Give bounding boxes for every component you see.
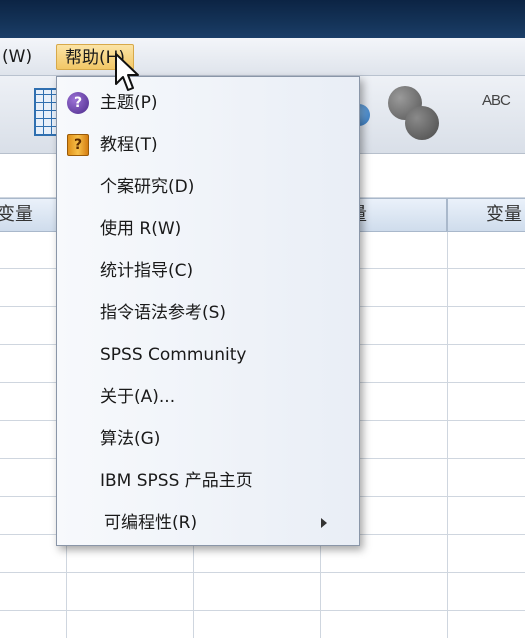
menu-item-command-syntax[interactable]: 指令语法参考(S) — [57, 295, 359, 331]
menu-item-label: 指令语法参考(S) — [100, 303, 227, 323]
mouse-pointer-icon — [115, 53, 139, 91]
menu-item-label: 算法(G) — [100, 429, 161, 449]
menu-item-product-home[interactable]: IBM SPSS 产品主页 — [57, 463, 359, 499]
gray-circles-icon-2 — [405, 106, 439, 140]
menu-item-algorithms[interactable]: 算法(G) — [57, 421, 359, 457]
spell-check-icon[interactable]: ABC — [482, 92, 511, 109]
tutorial-book-icon: ? — [67, 134, 89, 156]
menu-item-statistics-coach[interactable]: 统计指导(C) — [57, 253, 359, 289]
column-header[interactable]: 变量 — [447, 198, 525, 232]
menu-item-spss-community[interactable]: SPSS Community — [57, 337, 359, 373]
menu-window[interactable]: (W) — [0, 44, 40, 70]
menu-item-case-studies[interactable]: 个案研究(D) — [57, 169, 359, 205]
menu-item-label: 个案研究(D) — [100, 177, 195, 197]
menu-item-topics[interactable]: ? 主题(P) — [57, 85, 359, 121]
menu-item-about[interactable]: 关于(A)... — [57, 379, 359, 415]
menu-item-label: SPSS Community — [100, 345, 247, 365]
menu-item-working-with-r[interactable]: 使用 R(W) — [57, 211, 359, 247]
submenu-arrow-icon — [321, 518, 327, 528]
menu-item-label: 使用 R(W) — [100, 219, 182, 239]
menu-item-label: 主题(P) — [100, 93, 158, 113]
menu-item-tutorial[interactable]: ? 教程(T) — [57, 127, 359, 163]
menu-item-programmability[interactable]: 可编程性(R) — [57, 505, 359, 541]
menu-item-label: 关于(A)... — [100, 387, 176, 407]
menu-item-label: IBM SPSS 产品主页 — [100, 471, 253, 491]
help-menu-dropdown: ? 主题(P) ? 教程(T) 个案研究(D) 使用 R(W) 统计指导(C) … — [56, 76, 360, 546]
menu-window-label: (W) — [2, 47, 33, 67]
menu-help-label: 帮助 — [65, 48, 99, 68]
menu-item-label: 教程(T) — [100, 135, 158, 155]
menu-item-label: 统计指导(C) — [100, 261, 194, 281]
help-circle-icon: ? — [67, 92, 89, 114]
title-bar — [0, 0, 525, 38]
menu-bar: (W) 帮助(H) — [0, 38, 525, 76]
menu-item-label: 可编程性(R) — [104, 513, 198, 533]
